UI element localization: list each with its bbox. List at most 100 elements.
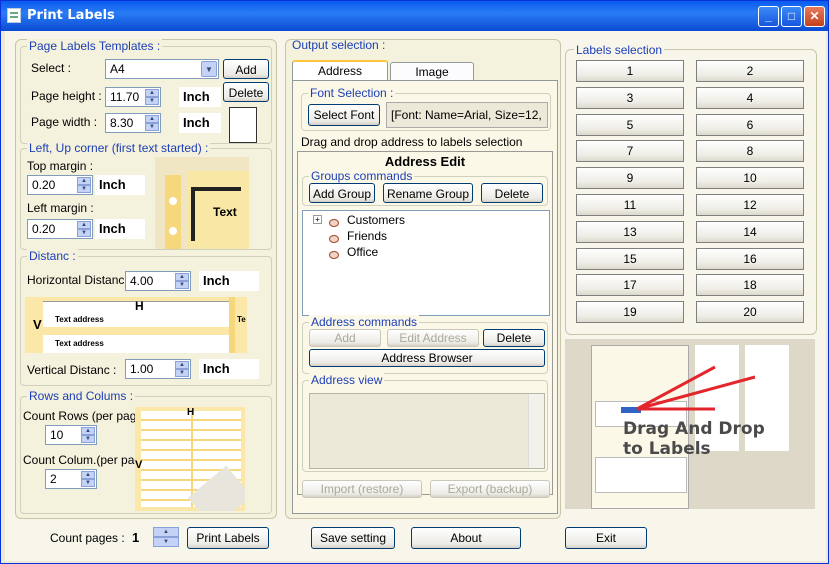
template-dropdown[interactable]: A4 ▼ — [105, 59, 219, 79]
corner-illustration: Text — [155, 157, 249, 249]
edit-address-button[interactable]: Edit Address — [387, 329, 479, 347]
label-cell[interactable]: 19 — [576, 301, 684, 324]
label-cell[interactable]: 15 — [576, 247, 684, 270]
exit-button[interactable]: Exit — [565, 527, 647, 549]
select-label: Select : — [31, 61, 72, 75]
delete-template-button[interactable]: Delete — [223, 82, 269, 102]
label-cell[interactable]: 12 — [696, 194, 804, 216]
label-cell[interactable]: 7 — [576, 140, 684, 163]
count-cols-input[interactable]: 2 ▲ ▼ — [45, 469, 97, 489]
output-group-label: Output selection : — [292, 38, 386, 52]
address-view-scrollbar[interactable] — [528, 394, 544, 468]
label-cell[interactable]: 6 — [696, 113, 804, 136]
illus-v-text: V — [33, 317, 42, 332]
rows-illustration: H V — [135, 407, 245, 511]
count-rows-spinner[interactable]: ▲ ▼ — [81, 427, 95, 443]
label-cell[interactable]: 3 — [576, 86, 684, 109]
address-view-group: Address view — [302, 373, 548, 472]
page-height-spinner[interactable]: ▲ ▼ — [145, 89, 159, 105]
labels-panel: Labels selection 1 2 3 4 5 6 7 8 9 10 11 12 13 14 15 16… — [565, 43, 817, 335]
label-cell[interactable]: 13 — [576, 220, 684, 243]
count-cols-spinner[interactable]: ▲ ▼ — [81, 471, 95, 487]
illus-h-text: H — [135, 299, 144, 313]
left-panel: Page Labels Templates : Select : A4 ▼ Ad… — [15, 39, 277, 519]
print-labels-button[interactable]: Print Labels — [187, 527, 269, 549]
window-title: Print Labels — [27, 8, 115, 23]
tab-address-selection[interactable]: Address Selection — [292, 60, 388, 96]
label-cell[interactable]: 8 — [696, 140, 804, 163]
label-cell[interactable]: 5 — [576, 113, 684, 136]
title-bar[interactable]: Print Labels _ □ ✕ — [1, 1, 828, 31]
preview-text-1: Drag And Drop — [623, 419, 765, 439]
label-cell[interactable]: 1 — [576, 60, 684, 82]
groups-commands-group: Groups commands Add Group Rename Group D… — [302, 169, 548, 206]
rename-group-button[interactable]: Rename Group — [383, 183, 473, 203]
minimize-button[interactable]: _ — [758, 6, 779, 27]
delete-group-button[interactable]: Delete — [481, 183, 543, 203]
top-margin-spinner[interactable]: ▲ ▼ — [77, 177, 91, 193]
count-pages-value: 1 — [132, 530, 140, 545]
horizontal-distance-spinner[interactable]: ▲ ▼ — [175, 273, 189, 289]
left-margin-input[interactable]: 0.20 ▲ ▼ — [27, 219, 93, 239]
horizontal-distance-value: 4.00 — [130, 274, 154, 288]
address-edit-box: Address Edit Groups commands Add Group R… — [297, 151, 553, 498]
main-window: Print Labels _ □ ✕ Page Labels Templates… — [0, 0, 829, 564]
label-cell[interactable]: 14 — [696, 220, 804, 243]
tab-image-selection[interactable]: Image Selection — [390, 62, 474, 97]
distance-illustration: H V Text address Text address Te — [25, 297, 247, 353]
address-browser-button[interactable]: Address Browser — [309, 349, 545, 367]
label-cell[interactable]: 17 — [576, 274, 684, 297]
count-rows-input[interactable]: 10 ▲ ▼ — [45, 425, 97, 445]
tree-item-office[interactable]: Office — [347, 245, 378, 259]
address-tree[interactable]: + Customers Friends Office — [302, 210, 550, 316]
vertical-distance-value: 1.00 — [130, 362, 154, 376]
groups-commands-label: Groups commands — [309, 169, 415, 183]
count-cols-label: Count Colum.(per page) — [23, 453, 152, 467]
illus-text-2: Text address — [55, 339, 104, 348]
count-pages-spinner[interactable]: ▲ ▼ — [153, 527, 179, 547]
template-dropdown-value: A4 — [110, 62, 125, 76]
maximize-button[interactable]: □ — [781, 6, 802, 27]
templates-group-label: Page Labels Templates : — [27, 39, 163, 53]
close-button[interactable]: ✕ — [804, 6, 825, 27]
label-cell[interactable]: 11 — [576, 194, 684, 216]
save-setting-button[interactable]: Save setting — [311, 527, 395, 549]
label-cell[interactable]: 20 — [696, 301, 804, 324]
top-margin-input[interactable]: 0.20 ▲ ▼ — [27, 175, 93, 195]
tree-item-customers[interactable]: Customers — [347, 213, 405, 227]
label-cell[interactable]: 2 — [696, 60, 804, 82]
chevron-down-icon[interactable]: ▼ — [201, 61, 217, 77]
vertical-distance-spinner[interactable]: ▲ ▼ — [175, 361, 189, 377]
label-cell[interactable]: 10 — [696, 167, 804, 190]
add-template-button[interactable]: Add — [223, 59, 269, 79]
chevron-down-icon[interactable]: ▼ — [153, 537, 179, 547]
label-cell[interactable]: 16 — [696, 247, 804, 270]
select-font-button[interactable]: Select Font — [308, 104, 380, 126]
label-cell[interactable]: 4 — [696, 86, 804, 109]
label-cell[interactable]: 18 — [696, 274, 804, 297]
horizontal-distance-input[interactable]: 4.00 ▲ ▼ — [125, 271, 191, 291]
import-button[interactable]: Import (restore) — [302, 480, 422, 498]
count-rows-value: 10 — [50, 428, 64, 442]
delete-address-button[interactable]: Delete — [483, 329, 545, 347]
add-address-button[interactable]: Add — [309, 329, 381, 347]
vertical-distance-input[interactable]: 1.00 ▲ ▼ — [125, 359, 191, 379]
rows-illus-v: V — [135, 459, 143, 471]
chevron-up-icon[interactable]: ▲ — [153, 527, 179, 537]
add-group-button[interactable]: Add Group — [309, 183, 375, 203]
address-view-label: Address view — [309, 373, 385, 387]
expand-icon[interactable]: + — [313, 215, 322, 224]
distance-group-label: Distanc : — [27, 249, 78, 263]
labels-group-label: Labels selection — [574, 43, 665, 57]
page-width-spinner[interactable]: ▲ ▼ — [145, 115, 159, 131]
page-width-value: 8.30 — [110, 116, 134, 130]
address-view-text[interactable] — [309, 393, 545, 469]
page-height-input[interactable]: 11.70 ▲ ▼ — [105, 87, 161, 107]
client-area: Page Labels Templates : Select : A4 ▼ Ad… — [5, 31, 826, 561]
about-button[interactable]: About — [411, 527, 521, 549]
tree-item-friends[interactable]: Friends — [347, 229, 387, 243]
label-cell[interactable]: 9 — [576, 167, 684, 190]
left-margin-spinner[interactable]: ▲ ▼ — [77, 221, 91, 237]
page-width-input[interactable]: 8.30 ▲ ▼ — [105, 113, 161, 133]
export-button[interactable]: Export (backup) — [430, 480, 550, 498]
